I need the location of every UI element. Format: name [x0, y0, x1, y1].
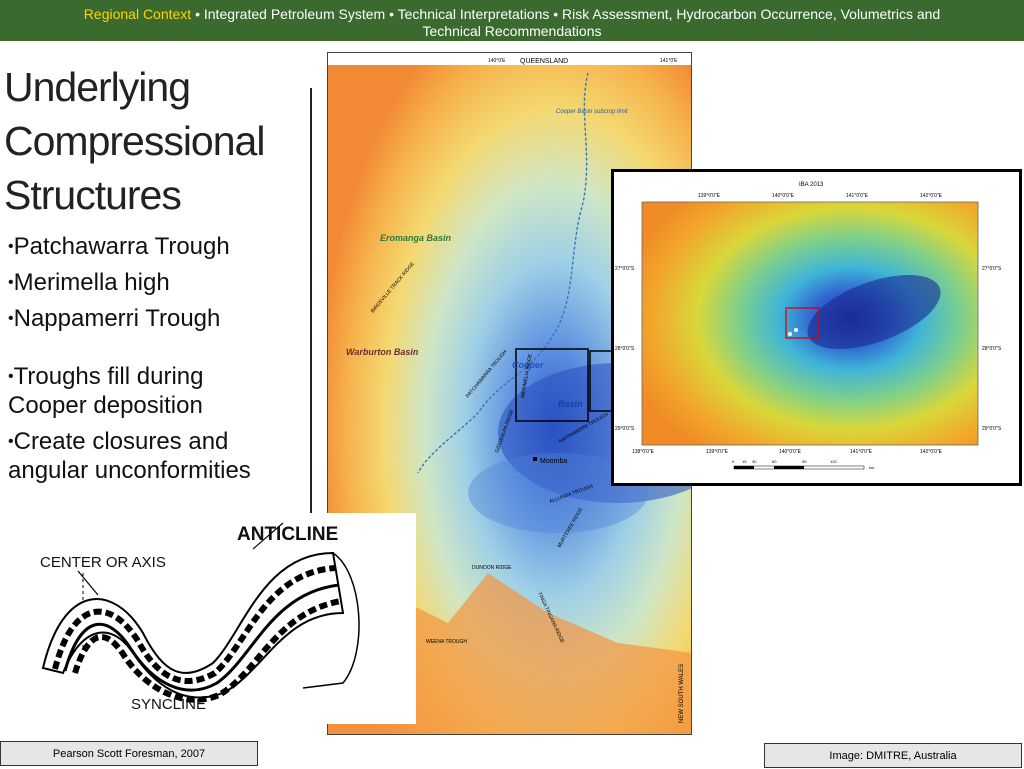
- slide-title: Underlying Compressional Structures: [4, 60, 265, 222]
- header-line-2: Technical Recommendations: [422, 23, 602, 39]
- map-top-label: QUEENSLAND: [520, 58, 568, 65]
- caption-right: Image: DMITRE, Australia: [764, 743, 1022, 768]
- svg-text:DUNOON RIDGE: DUNOON RIDGE: [472, 565, 512, 571]
- nsw-label: NEW SOUTH WALES: [679, 664, 685, 723]
- svg-text:15: 15: [742, 459, 747, 464]
- svg-text:WEENA TROUGH: WEENA TROUGH: [426, 639, 467, 645]
- svg-text:0: 0: [732, 459, 735, 464]
- bullet-item: •Nappamerri Trough: [8, 305, 221, 332]
- bullet-list: •Patchawarra Trough •Merimella high •Nap…: [8, 232, 251, 492]
- eromanga-label: Eromanga Basin: [380, 233, 452, 243]
- header-banner: Regional Context • Integrated Petroleum …: [0, 0, 1024, 41]
- bullet-item: •Troughs fill during Cooper deposition: [8, 363, 204, 419]
- anticline-title: ANTICLINE: [237, 524, 338, 545]
- warburton-label: Warburton Basin: [346, 347, 419, 357]
- svg-text:60: 60: [772, 459, 777, 464]
- title-line-1: Underlying: [4, 64, 191, 110]
- svg-text:29°0'0"S: 29°0'0"S: [982, 426, 1002, 432]
- svg-text:27°0'0"S: 27°0'0"S: [615, 266, 635, 272]
- svg-text:140°0'0"E: 140°0'0"E: [772, 193, 795, 199]
- bullet-item: •Merimella high: [8, 269, 170, 296]
- header-line-1: Regional Context • Integrated Petroleum …: [0, 6, 1024, 23]
- inset-title: IBA 2013: [799, 182, 824, 188]
- syncline-label: SYNCLINE: [131, 696, 206, 713]
- subcrop-label: Cooper Basin subcrop limit: [556, 109, 628, 115]
- svg-text:90: 90: [802, 459, 807, 464]
- bullet-item: •Patchawarra Trough: [8, 233, 230, 260]
- bullet-item: •Create closures and angular unconformiti…: [8, 428, 251, 484]
- axis-label: CENTER OR AXIS: [40, 554, 166, 571]
- svg-text:141°0'0"E: 141°0'0"E: [846, 193, 869, 199]
- svg-text:28°0'0"S: 28°0'0"S: [615, 346, 635, 352]
- svg-text:28°0'0"S: 28°0'0"S: [982, 346, 1002, 352]
- basin-label: Basin: [558, 399, 583, 409]
- svg-text:142°0'0"E: 142°0'0"E: [920, 449, 943, 455]
- svg-text:27°0'0"S: 27°0'0"S: [982, 266, 1002, 272]
- svg-text:30: 30: [752, 459, 757, 464]
- svg-text:142°0'0"E: 142°0'0"E: [920, 193, 943, 199]
- svg-text:141°0'E: 141°0'E: [660, 58, 678, 64]
- iba-inset-map: IBA 2013 139°0'0"E 140°0'0"E 141°0'0"E 1…: [611, 169, 1022, 486]
- svg-text:km: km: [869, 465, 875, 470]
- svg-text:138°0'0"E: 138°0'0"E: [632, 449, 655, 455]
- moomba-label: Moomba: [540, 458, 567, 465]
- divider-line: [310, 88, 312, 518]
- title-line-2: Compressional: [4, 118, 265, 164]
- anticline-diagram: ANTICLINE CENTER OR AXIS SYNCLINE: [3, 513, 416, 724]
- svg-text:140°0'0"E: 140°0'0"E: [779, 449, 802, 455]
- header-highlight: Regional Context: [83, 6, 192, 22]
- svg-text:120: 120: [830, 459, 837, 464]
- caption-left: Pearson Scott Foresman, 2007: [0, 741, 258, 766]
- svg-text:139°0'0"E: 139°0'0"E: [698, 193, 721, 199]
- header-text: • Integrated Petroleum System • Technica…: [191, 6, 941, 22]
- svg-text:140°0'E: 140°0'E: [488, 58, 506, 64]
- svg-text:29°0'0"S: 29°0'0"S: [615, 426, 635, 432]
- title-line-3: Structures: [4, 172, 182, 218]
- svg-text:141°0'0"E: 141°0'0"E: [850, 449, 873, 455]
- svg-text:139°0'0"E: 139°0'0"E: [706, 449, 729, 455]
